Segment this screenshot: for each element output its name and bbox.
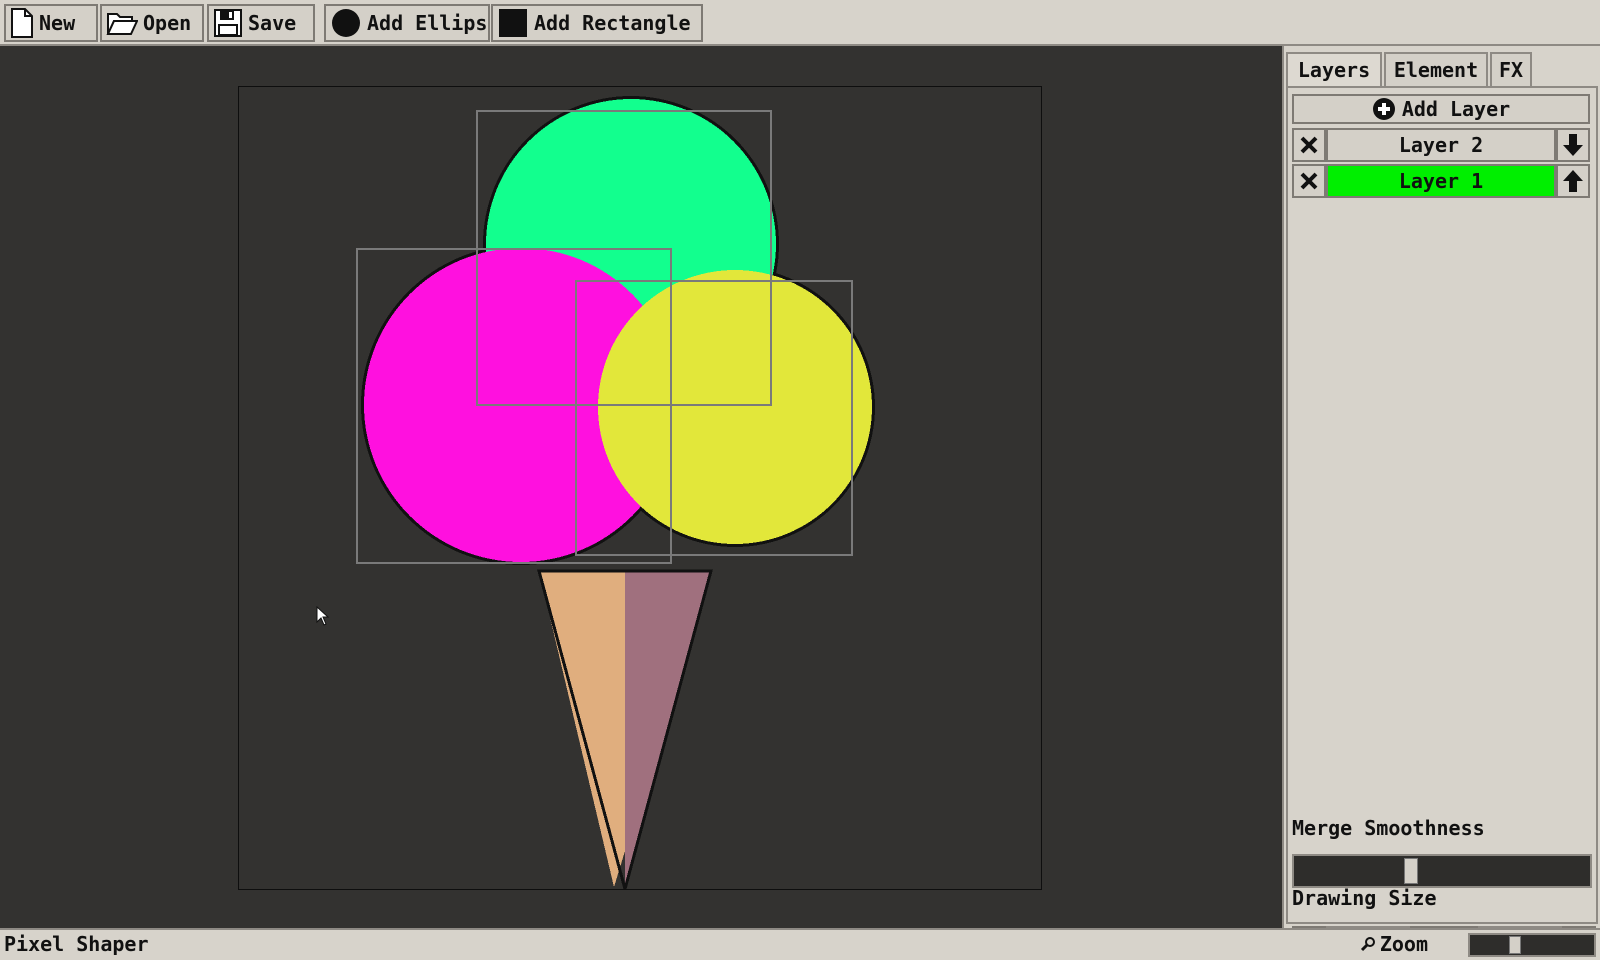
new-button[interactable]: New	[4, 4, 98, 42]
toolbar: New Open Save Add Ellipse Add Rectangle	[0, 0, 1600, 46]
merge-smoothness-thumb[interactable]	[1404, 858, 1418, 884]
tab-layers[interactable]: Layers	[1286, 52, 1382, 86]
floppy-disk-icon	[214, 9, 242, 37]
open-button[interactable]: Open	[100, 4, 204, 42]
arrow-up-icon	[1563, 170, 1583, 192]
add-layer-button[interactable]: Add Layer	[1292, 94, 1590, 124]
tab-element[interactable]: Element	[1384, 52, 1488, 86]
layers-tab-panel: Add Layer Layer 2 Layer 1 Merge Smoothne…	[1286, 86, 1598, 960]
add-ellipse-label: Add Ellipse	[367, 11, 490, 35]
move-layer-down-button[interactable]	[1556, 128, 1590, 162]
add-layer-label: Add Layer	[1401, 97, 1511, 121]
rectangle-icon	[499, 9, 527, 37]
tab-element-label: Element	[1393, 58, 1479, 82]
close-icon	[1300, 172, 1318, 190]
zoom-label-text: Zoom	[1379, 932, 1428, 956]
merged-scoops[interactable]	[361, 96, 875, 565]
layer-row: Layer 2	[1292, 128, 1590, 162]
layer-name[interactable]: Layer 1	[1326, 164, 1556, 198]
add-ellipse-button[interactable]: Add Ellipse	[324, 4, 490, 42]
drawing-surface[interactable]	[239, 87, 1041, 895]
new-label: New	[39, 11, 76, 35]
tab-fx-label: FX	[1498, 58, 1524, 82]
add-rectangle-label: Add Rectangle	[534, 11, 691, 35]
zoom-label: Zoom	[1360, 932, 1428, 956]
magnifier-icon	[1360, 937, 1375, 952]
drawing-canvas[interactable]	[238, 86, 1042, 895]
tab-fx[interactable]: FX	[1490, 52, 1532, 86]
drawing-size-label: Drawing Size	[1292, 886, 1437, 910]
move-layer-up-button[interactable]	[1556, 164, 1590, 198]
mouse-cursor-icon	[316, 606, 330, 626]
merge-smoothness-label: Merge Smoothness	[1292, 816, 1485, 840]
save-button[interactable]: Save	[207, 4, 315, 42]
yellow-ellipse[interactable]	[598, 270, 872, 544]
layer-row: Layer 1	[1292, 164, 1590, 198]
app-name: Pixel Shaper	[4, 932, 149, 956]
merge-smoothness-slider[interactable]	[1292, 854, 1592, 888]
layer-name-label: Layer 2	[1398, 133, 1484, 157]
status-bar: Pixel Shaper Zoom	[0, 928, 1600, 960]
plus-circle-icon	[1372, 98, 1395, 120]
open-label: Open	[143, 11, 192, 35]
open-folder-icon	[106, 13, 138, 35]
add-rectangle-button[interactable]: Add Rectangle	[491, 4, 703, 42]
side-panel: Layers Element FX Add Layer Layer 2 Laye…	[1282, 46, 1600, 960]
zoom-thumb[interactable]	[1509, 936, 1521, 954]
layer-name-label: Layer 1	[1398, 169, 1484, 193]
arrow-down-icon	[1563, 134, 1583, 156]
zoom-slider[interactable]	[1468, 933, 1596, 957]
delete-layer-button[interactable]	[1292, 128, 1326, 162]
delete-layer-button[interactable]	[1292, 164, 1326, 198]
ellipse-icon	[332, 9, 360, 37]
workspace[interactable]	[0, 46, 1282, 928]
close-icon	[1300, 136, 1318, 154]
tab-layers-label: Layers	[1297, 58, 1371, 82]
new-file-icon	[11, 8, 33, 38]
save-label: Save	[248, 11, 297, 35]
layer-name[interactable]: Layer 2	[1326, 128, 1556, 162]
